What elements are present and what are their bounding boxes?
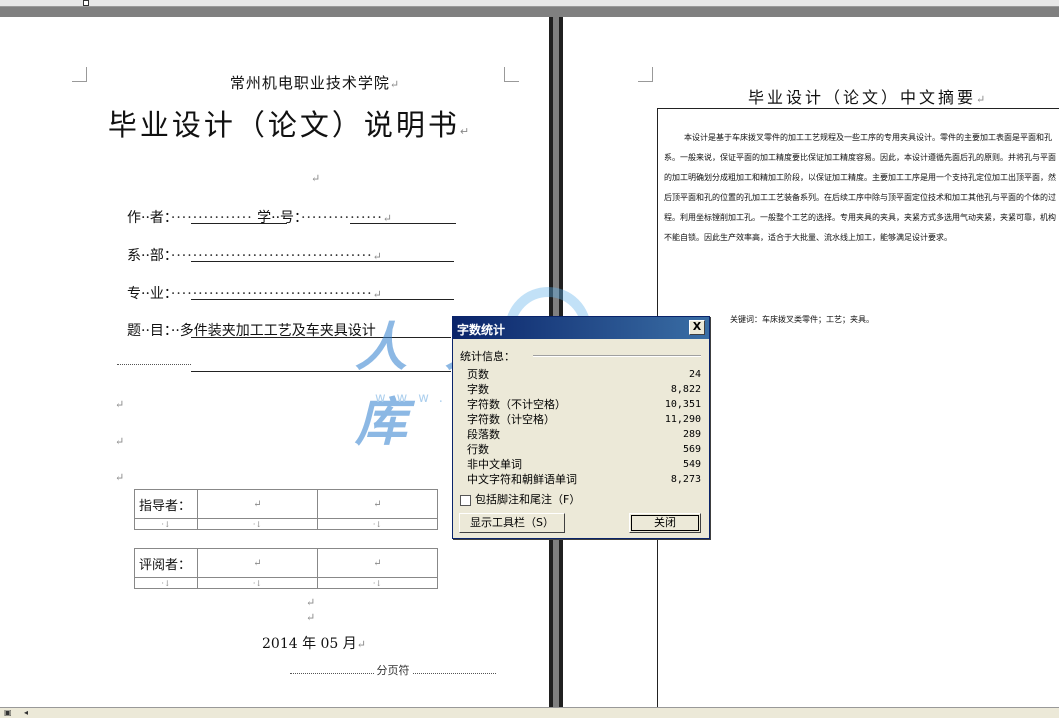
table-cell[interactable]: ·↓	[317, 518, 438, 530]
status-bar: ▣ ◂	[0, 707, 1059, 718]
topic-underline	[191, 336, 451, 338]
table-cell[interactable]: ↵	[317, 489, 438, 519]
major-underline	[191, 298, 454, 300]
stat-row-words: 字数 8,822	[467, 383, 701, 396]
department-row: 系··部：···································…	[127, 248, 382, 264]
stat-row-pages: 页数 24	[467, 368, 701, 381]
include-footnotes-checkbox[interactable]	[460, 494, 471, 506]
reviewer-table: 评阅者： ↵ ↵ ·↓ ·↓ ·↓	[134, 548, 438, 589]
paragraph-mark: ↵	[115, 398, 125, 411]
word-count-dialog: 字数统计 X 统计信息： 页数 24 字数 8,822 字符数（不计空格） 10,35…	[452, 316, 710, 539]
topic-label: 题··目：	[127, 323, 171, 339]
stat-row-paragraphs: 段落数 289	[467, 428, 701, 441]
reviewer-label: 评阅者：	[134, 548, 198, 578]
major-label: 专··业：	[127, 286, 171, 302]
ruler-indent-marker[interactable]	[83, 0, 89, 6]
author-underline	[191, 222, 287, 224]
department-underline	[191, 260, 454, 262]
group-divider	[533, 355, 701, 357]
table-cell[interactable]: ·↓	[197, 518, 318, 530]
include-footnotes-option[interactable]: 包括脚注和尾注（F）	[460, 491, 580, 507]
topic-underline-2	[191, 370, 451, 372]
stats-group-label: 统计信息：	[460, 350, 515, 363]
include-footnotes-label: 包括脚注和尾注（F）	[475, 493, 581, 506]
stats-list: 页数 24 字数 8,822 字符数（不计空格） 10,351 字符数（计空格） 11,…	[467, 367, 701, 487]
school-name: 常州机电职业技术学院↵	[229, 74, 401, 92]
paragraph-mark: ↵	[306, 611, 316, 624]
stat-row-cjk-chars: 中文字符和朝鲜语单词 8,273	[467, 473, 701, 486]
table-cell[interactable]: ·↓	[134, 577, 198, 589]
advisor-table: 指导者： ↵ ↵ ·↓ ·↓ ·↓	[134, 489, 438, 530]
paragraph-mark: ↵	[306, 596, 316, 609]
author-label: 作··者：	[127, 210, 171, 226]
table-cell[interactable]: ↵	[197, 489, 318, 519]
table-cell[interactable]: ·↓	[197, 577, 318, 589]
margin-corner-mark	[638, 67, 653, 82]
paragraph-mark: ↵	[115, 471, 125, 484]
stat-row-non-chinese-words: 非中文单词 549	[467, 458, 701, 471]
table-cell[interactable]: ·↓	[134, 518, 198, 530]
close-icon[interactable]: X	[689, 320, 705, 335]
student-id-underline	[350, 222, 456, 224]
scroll-left-icon[interactable]: ◂	[24, 708, 28, 717]
stat-row-chars-with-spaces: 字符数（计空格） 11,290	[467, 413, 701, 426]
major-row: 专··业：···································…	[127, 286, 382, 302]
table-cell[interactable]: ↵	[197, 548, 318, 578]
paragraph-mark: ↵	[115, 435, 125, 448]
document-title: 毕业设计（论文）说明书↵	[107, 108, 473, 142]
department-label: 系··部：	[127, 248, 171, 264]
dialog-title: 字数统计	[457, 323, 506, 337]
author-row: 作··者：··············· 学··号：··············…	[127, 210, 393, 226]
view-mode-icon[interactable]: ▣	[4, 708, 12, 717]
table-cell[interactable]: ↵	[317, 548, 438, 578]
abstract-body: 本设计是基于车床拨叉零件的加工工艺规程及一些工序的专用夹具设计。零件的主要加工表…	[664, 133, 1056, 242]
table-cell[interactable]: ·↓	[317, 577, 438, 589]
advisor-label: 指导者：	[134, 489, 198, 519]
paragraph-mark: ↵	[311, 172, 321, 185]
abstract-keywords: 关键词：车床拨叉类零件；工艺；夹具。	[730, 315, 874, 324]
close-button[interactable]: 关闭	[629, 513, 701, 533]
abstract-title: 毕业设计（论文）中文摘要↵	[748, 88, 989, 107]
show-toolbar-button[interactable]: 显示工具栏（S）	[459, 513, 565, 533]
horizontal-ruler[interactable]	[0, 0, 1059, 7]
stat-row-chars-no-spaces: 字符数（不计空格） 10,351	[467, 398, 701, 411]
page-break-marker: 分页符	[290, 661, 496, 677]
submission-date: 2014 年 05 月↵	[262, 636, 367, 652]
stat-row-lines: 行数 569	[467, 443, 701, 456]
dialog-titlebar[interactable]: 字数统计 X	[453, 317, 709, 339]
dotted-leader	[117, 364, 191, 365]
